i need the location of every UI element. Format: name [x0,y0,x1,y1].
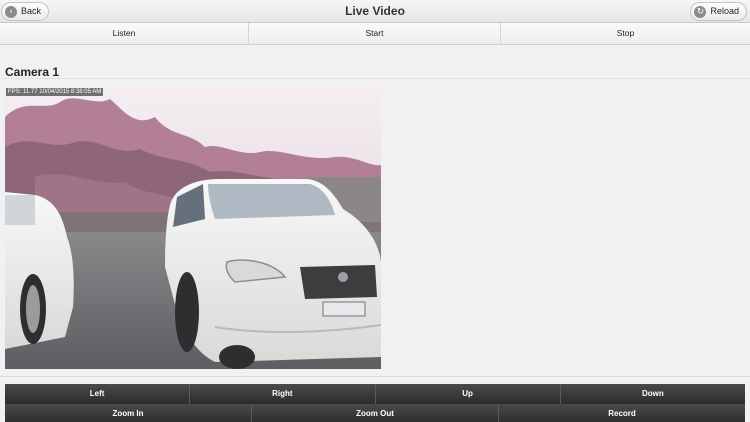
content: Camera 1 FPS: 11.77 10/04/2015 8:38:05 A… [0,45,750,422]
left-button[interactable]: Left [5,384,191,404]
listen-button[interactable]: Listen [0,23,249,45]
video-overlay-timestamp: FPS: 11.77 10/04/2015 8:38:05 AM [6,88,104,96]
divider [0,376,750,377]
reload-label: Reload [710,6,739,16]
start-button[interactable]: Start [249,23,501,45]
down-button[interactable]: Down [560,384,745,404]
record-button[interactable]: Record [499,404,745,422]
ptz-controls-row: Left Right Up Down [5,384,745,404]
camera-title: Camera 1 [5,65,60,79]
reload-button[interactable]: ↻ Reload [690,2,747,21]
page-title: Live Video [345,4,405,18]
zoom-in-button[interactable]: Zoom In [5,404,252,422]
right-button[interactable]: Right [190,384,376,404]
header-bar: ‹ Back Live Video ↻ Reload [0,0,750,23]
zoom-out-button[interactable]: Zoom Out [252,404,499,422]
navbar: Listen Start Stop [0,23,750,45]
up-button[interactable]: Up [375,384,561,404]
stop-button[interactable]: Stop [501,23,750,45]
camera-video-feed[interactable]: FPS: 11.77 10/04/2015 8:38:05 AM [5,87,381,369]
reload-icon: ↻ [694,5,707,18]
video-frame [5,87,381,369]
zoom-controls-row: Zoom In Zoom Out Record [5,404,745,422]
camera-header: Camera 1 [0,56,750,79]
